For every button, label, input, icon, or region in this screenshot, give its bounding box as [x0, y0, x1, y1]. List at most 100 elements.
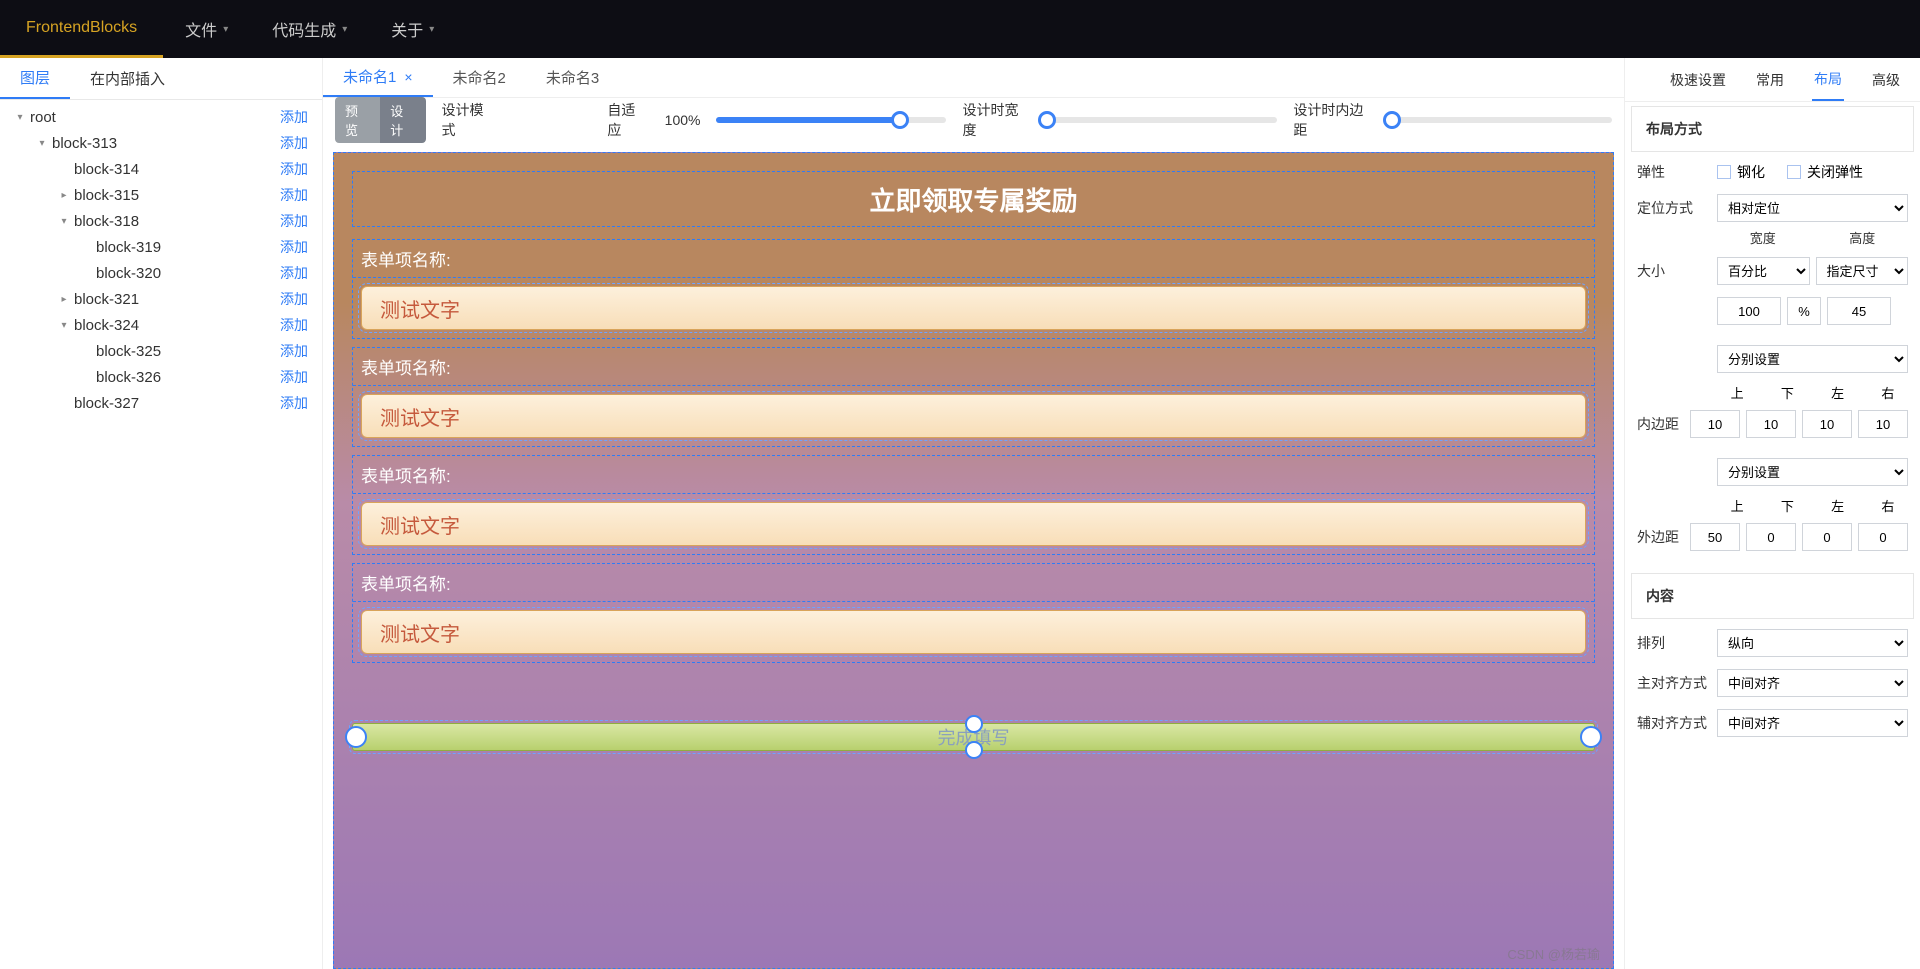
- tree-node-block-325[interactable]: block-325添加: [0, 338, 322, 364]
- tree-node-block-318[interactable]: ▾ block-318 添加: [0, 208, 322, 234]
- padding-mode-select[interactable]: 分别设置: [1717, 345, 1908, 373]
- file-tab-3[interactable]: 未命名3: [526, 58, 619, 97]
- tree-node-block-315[interactable]: ▸block-315添加: [0, 182, 322, 208]
- tree-node-label: block-318: [74, 213, 139, 230]
- zoom-value: 100%: [665, 112, 701, 128]
- tree-node-block-320[interactable]: block-320 添加: [0, 260, 322, 286]
- close-elastic-checkbox[interactable]: [1787, 165, 1801, 179]
- arrange-select[interactable]: 纵向: [1717, 629, 1908, 657]
- tree-node-block-326[interactable]: block-326添加: [0, 364, 322, 390]
- tree-caret-icon[interactable]: ▾: [58, 216, 70, 227]
- dir-bottom: 下: [1767, 496, 1807, 515]
- padding-top-input[interactable]: [1690, 410, 1740, 438]
- tree-node-label: block-324: [74, 317, 139, 334]
- tree-node-block-327[interactable]: block-327 添加: [0, 390, 322, 416]
- tree-node-label: block-327: [74, 395, 139, 412]
- app-logo: FrontendBlocks: [0, 0, 163, 58]
- form-group-4[interactable]: 表单项名称: 测试文字: [352, 563, 1595, 663]
- close-icon[interactable]: ×: [404, 69, 412, 85]
- tree-caret-icon[interactable]: ▸: [58, 294, 70, 305]
- form-input-4[interactable]: 测试文字: [361, 610, 1586, 654]
- margin-right-input[interactable]: [1858, 523, 1908, 551]
- menu-file[interactable]: 文件▾: [163, 0, 250, 58]
- margin-top-input[interactable]: [1690, 523, 1740, 551]
- design-width-slider[interactable]: [1047, 117, 1277, 123]
- chevron-down-icon: ▾: [342, 24, 347, 35]
- tree-caret-icon[interactable]: ▾: [58, 320, 70, 331]
- tree-node-root[interactable]: ▾root添加: [0, 104, 322, 130]
- dir-top: 上: [1717, 383, 1757, 402]
- tree-add-button[interactable]: 添加: [280, 159, 322, 179]
- margin-left-input[interactable]: [1802, 523, 1852, 551]
- menu-about[interactable]: 关于▾: [369, 0, 456, 58]
- selection-handle-icon[interactable]: [965, 741, 983, 759]
- banner-title-block[interactable]: 立即领取专属奖励: [352, 171, 1595, 227]
- left-panel: 图层 在内部插入 ▾root添加▾block-313添加block-314添加▸…: [0, 58, 323, 969]
- file-tab-1[interactable]: 未命名1×: [323, 58, 433, 97]
- steel-checkbox[interactable]: [1717, 165, 1731, 179]
- steel-label: 钢化: [1737, 162, 1765, 182]
- tree-add-button[interactable]: 添加: [280, 315, 322, 335]
- main-align-select[interactable]: 中间对齐: [1717, 669, 1908, 697]
- form-input-2[interactable]: 测试文字: [361, 394, 1586, 438]
- file-tab-2[interactable]: 未命名2: [433, 58, 526, 97]
- cross-align-select[interactable]: 中间对齐: [1717, 709, 1908, 737]
- margin-bottom-input[interactable]: [1746, 523, 1796, 551]
- tab-quick-settings[interactable]: 极速设置: [1668, 58, 1728, 101]
- mode-preview-button[interactable]: 预览: [335, 97, 380, 143]
- menu-codegen[interactable]: 代码生成▾: [250, 0, 369, 58]
- tab-advanced[interactable]: 高级: [1870, 58, 1902, 101]
- tree-node-block-321[interactable]: ▸block-321添加: [0, 286, 322, 312]
- design-canvas[interactable]: 立即领取专属奖励 表单项名称: 测试文字 表单项名称: 测试文字 表单项名称: …: [333, 152, 1614, 969]
- tab-insert-inside[interactable]: 在内部插入: [70, 58, 185, 99]
- tree-add-button[interactable]: 添加: [280, 289, 322, 309]
- tab-common[interactable]: 常用: [1754, 58, 1786, 101]
- section-content: 内容: [1631, 573, 1914, 619]
- tab-layout[interactable]: 布局: [1812, 58, 1844, 101]
- tree-node-block-319[interactable]: block-319添加: [0, 234, 322, 260]
- position-select[interactable]: 相对定位: [1717, 194, 1908, 222]
- padding-bottom-input[interactable]: [1746, 410, 1796, 438]
- mode-label: 设计模式: [442, 100, 497, 140]
- padding-left-input[interactable]: [1802, 410, 1852, 438]
- tree-add-button[interactable]: 添加: [280, 237, 322, 257]
- zoom-slider[interactable]: [716, 117, 946, 123]
- tree-add-button[interactable]: 添加: [280, 393, 322, 413]
- margin-mode-select[interactable]: 分别设置: [1717, 458, 1908, 486]
- dir-left: 左: [1818, 496, 1858, 515]
- adapt-label: 自适应: [607, 100, 648, 140]
- form-input-3[interactable]: 测试文字: [361, 502, 1586, 546]
- width-type-select[interactable]: 百分比: [1717, 257, 1810, 285]
- height-type-select[interactable]: 指定尺寸: [1816, 257, 1909, 285]
- tree-add-button[interactable]: 添加: [280, 185, 322, 205]
- tree-caret-icon[interactable]: ▾: [14, 112, 26, 123]
- mode-design-button[interactable]: 设计: [380, 97, 425, 143]
- tree-add-button[interactable]: 添加: [280, 107, 322, 127]
- tree-caret-icon[interactable]: ▸: [58, 190, 70, 201]
- tree-add-button[interactable]: 添加: [280, 367, 322, 387]
- tree-caret-icon[interactable]: ▾: [36, 138, 48, 149]
- height-header: 高度: [1817, 228, 1909, 247]
- form-group-1[interactable]: 表单项名称: 测试文字: [352, 239, 1595, 339]
- selection-handle-icon[interactable]: [965, 715, 983, 733]
- design-padding-slider[interactable]: [1392, 117, 1612, 123]
- tab-layers[interactable]: 图层: [0, 58, 70, 99]
- tree-add-button[interactable]: 添加: [280, 341, 322, 361]
- tree-node-block-313[interactable]: ▾block-313添加: [0, 130, 322, 156]
- form-input-1[interactable]: 测试文字: [361, 286, 1586, 330]
- height-value-input[interactable]: [1827, 297, 1891, 325]
- tree-add-button[interactable]: 添加: [280, 211, 322, 231]
- tree-node-block-314[interactable]: block-314添加: [0, 156, 322, 182]
- submit-button-block[interactable]: 完成填写: [352, 723, 1595, 751]
- tree-add-button[interactable]: 添加: [280, 263, 322, 283]
- tree-node-label: block-320: [96, 265, 161, 282]
- design-width-label: 设计时宽度: [962, 100, 1031, 140]
- width-unit-input[interactable]: [1787, 297, 1821, 325]
- padding-right-input[interactable]: [1858, 410, 1908, 438]
- tree-add-button[interactable]: 添加: [280, 133, 322, 153]
- form-group-2[interactable]: 表单项名称: 测试文字: [352, 347, 1595, 447]
- form-group-3[interactable]: 表单项名称: 测试文字: [352, 455, 1595, 555]
- tree-node-block-324[interactable]: ▾ block-324 添加: [0, 312, 322, 338]
- width-value-input[interactable]: [1717, 297, 1781, 325]
- section-layout-mode: 布局方式: [1631, 106, 1914, 152]
